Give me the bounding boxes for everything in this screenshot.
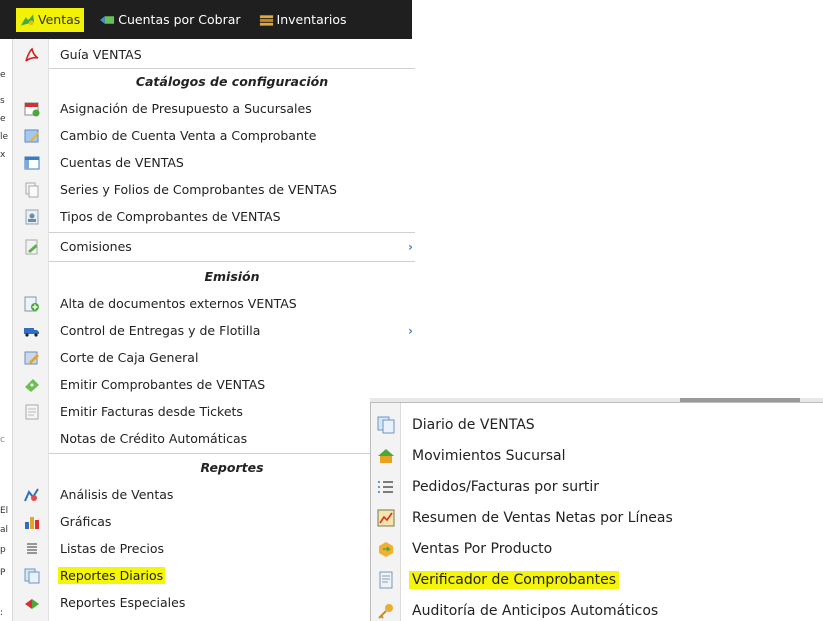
menu-item-graficas[interactable]: Gráficas <box>13 508 415 535</box>
menu-item-emitir-facturas[interactable]: Emitir Facturas desde Tickets <box>13 398 415 425</box>
report-pages-icon <box>377 416 395 433</box>
menu-item-alta-documentos[interactable]: Alta de documentos externos VENTAS <box>13 290 415 317</box>
menu-item-label: Reportes Diarios <box>58 567 166 584</box>
branch-house-icon <box>378 448 394 463</box>
numbered-list-icon <box>378 480 393 493</box>
bar-chart-icon <box>25 516 39 529</box>
chevron-right-icon: › <box>408 239 413 254</box>
menu-item-label: Comisiones <box>60 239 132 254</box>
document-edit-icon <box>24 129 39 142</box>
menu-item-control-entregas[interactable]: Control de Entregas y de Flotilla › <box>13 317 415 344</box>
calendar-icon <box>24 102 40 116</box>
submenu-item-label: Verificador de Comprobantes <box>409 570 620 589</box>
menu-item-cambio-cuenta[interactable]: Cambio de Cuenta Venta a Comprobante <box>13 122 415 149</box>
menubar-inventarios-label: Inventarios <box>276 12 347 27</box>
menu-item-emitir-comprobantes[interactable]: Emitir Comprobantes de VENTAS <box>13 371 415 398</box>
top-menubar: Ventas Cuentas por Cobrar Inventarios <box>0 0 412 39</box>
submenu-item-auditoria-anticipos[interactable]: Auditoría de Anticipos Automáticos <box>371 595 823 621</box>
chevron-right-icon: › <box>408 323 413 338</box>
menu-item-guia-ventas[interactable]: Guía VENTAS <box>13 41 415 68</box>
menu-item-label: Análisis de Ventas <box>60 487 174 502</box>
menubar-cuentas-label: Cuentas por Cobrar <box>118 12 241 27</box>
receivables-icon <box>100 15 115 24</box>
menubar-inventarios[interactable]: Inventarios <box>257 8 349 32</box>
menubar-ventas[interactable]: Ventas <box>16 7 85 32</box>
menu-item-label: Asignación de Presupuesto a Sucursales <box>60 101 312 116</box>
submenu-item-label: Pedidos/Facturas por surtir <box>412 478 599 495</box>
pdf-icon <box>25 47 39 62</box>
menu-item-corte-caja[interactable]: Corte de Caja General <box>13 344 415 371</box>
menu-item-cuentas[interactable]: Cuentas de VENTAS <box>13 149 415 176</box>
menu-item-label: Alta de documentos externos VENTAS <box>60 296 297 311</box>
document-add-icon <box>24 296 39 311</box>
menu-item-reportes-diarios[interactable]: Reportes Diarios <box>13 562 415 589</box>
section-header-emision: Emisión <box>204 269 260 284</box>
menu-item-analisis-ventas[interactable]: Análisis de Ventas <box>13 481 415 508</box>
submenu-item-label: Movimientos Sucursal <box>412 447 566 464</box>
window-icon <box>24 156 40 169</box>
submenu-item-verificador-comprobantes[interactable]: Verificador de Comprobantes <box>371 564 823 595</box>
menu-item-label: Control de Entregas y de Flotilla <box>60 323 261 338</box>
menu-item-comisiones[interactable]: Comisiones › <box>13 233 415 260</box>
product-box-icon <box>379 541 393 557</box>
menu-item-reportes-especiales[interactable]: Reportes Especiales <box>13 589 415 616</box>
ticket-icon <box>25 378 39 392</box>
document-green-icon <box>25 239 38 254</box>
submenu-item-ventas-producto[interactable]: Ventas Por Producto <box>371 533 823 564</box>
list-icon <box>27 542 37 554</box>
report-pages-icon <box>24 568 40 583</box>
inventory-icon <box>259 14 273 26</box>
menu-item-listas-precios[interactable]: Listas de Precios <box>13 535 415 562</box>
section-header-reportes: Reportes <box>200 460 264 475</box>
menu-item-asignacion[interactable]: Asignación de Presupuesto a Sucursales <box>13 95 415 122</box>
submenu-item-label: Resumen de Ventas Netas por Líneas <box>412 509 673 526</box>
submenu-item-resumen-ventas[interactable]: Resumen de Ventas Netas por Líneas <box>371 502 823 533</box>
menu-item-notas-credito[interactable]: Notas de Crédito Automáticas <box>13 425 415 452</box>
delivery-truck-icon <box>24 327 39 337</box>
menu-item-label: Reportes Especiales <box>60 595 186 610</box>
menu-item-label: Notas de Crédito Automáticas <box>60 431 248 446</box>
section-header-catalogos: Catálogos de configuración <box>135 74 329 89</box>
sales-icon <box>20 13 35 26</box>
menu-item-label: Emitir Facturas desde Tickets <box>60 404 243 419</box>
submenu-item-label: Ventas Por Producto <box>412 540 553 557</box>
key-icon <box>378 603 393 619</box>
id-card-icon <box>25 209 39 224</box>
menu-item-label: Tipos de Comprobantes de VENTAS <box>60 209 281 224</box>
chart-analysis-icon <box>24 487 39 501</box>
submenu-item-diario-ventas[interactable]: Diario de VENTAS <box>371 409 823 440</box>
submenu-item-label: Diario de VENTAS <box>412 416 535 433</box>
menu-item-label: Gráficas <box>60 514 112 529</box>
special-report-icon <box>25 598 39 609</box>
menubar-ventas-label: Ventas <box>38 12 81 27</box>
document-icon <box>25 404 39 419</box>
submenu-item-pedidos-facturas[interactable]: Pedidos/Facturas por surtir <box>371 471 823 502</box>
submenu-item-label: Auditoría de Anticipos Automáticos <box>412 602 659 619</box>
menu-item-label: Series y Folios de Comprobantes de VENTA… <box>60 182 337 197</box>
menu-item-label: Emitir Comprobantes de VENTAS <box>60 377 266 392</box>
verify-document-icon <box>379 571 393 588</box>
menu-item-label: Cambio de Cuenta Venta a Comprobante <box>60 128 317 143</box>
background-page-edge: e s e le x c El al p P: <box>0 40 12 621</box>
line-chart-icon <box>377 509 395 526</box>
menu-item-label: Listas de Precios <box>60 541 164 556</box>
divider <box>49 261 415 262</box>
menu-item-label: Cuentas de VENTAS <box>60 155 184 170</box>
menu-item-tipos-comprobantes[interactable]: Tipos de Comprobantes de VENTAS <box>13 203 415 230</box>
menu-item-label: Corte de Caja General <box>60 350 199 365</box>
copy-document-icon <box>25 182 39 197</box>
reportes-diarios-submenu: Diario de VENTAS Movimientos Sucursal Pe… <box>370 402 823 621</box>
menubar-cuentas-por-cobrar[interactable]: Cuentas por Cobrar <box>98 8 242 32</box>
menu-item-label: Guía VENTAS <box>60 47 142 62</box>
ventas-dropdown-menu: Guía VENTAS Catálogos de configuración A… <box>12 39 415 621</box>
menu-item-series-folios[interactable]: Series y Folios de Comprobantes de VENTA… <box>13 176 415 203</box>
submenu-item-movimientos-sucursal[interactable]: Movimientos Sucursal <box>371 440 823 471</box>
cash-register-icon <box>24 351 39 364</box>
